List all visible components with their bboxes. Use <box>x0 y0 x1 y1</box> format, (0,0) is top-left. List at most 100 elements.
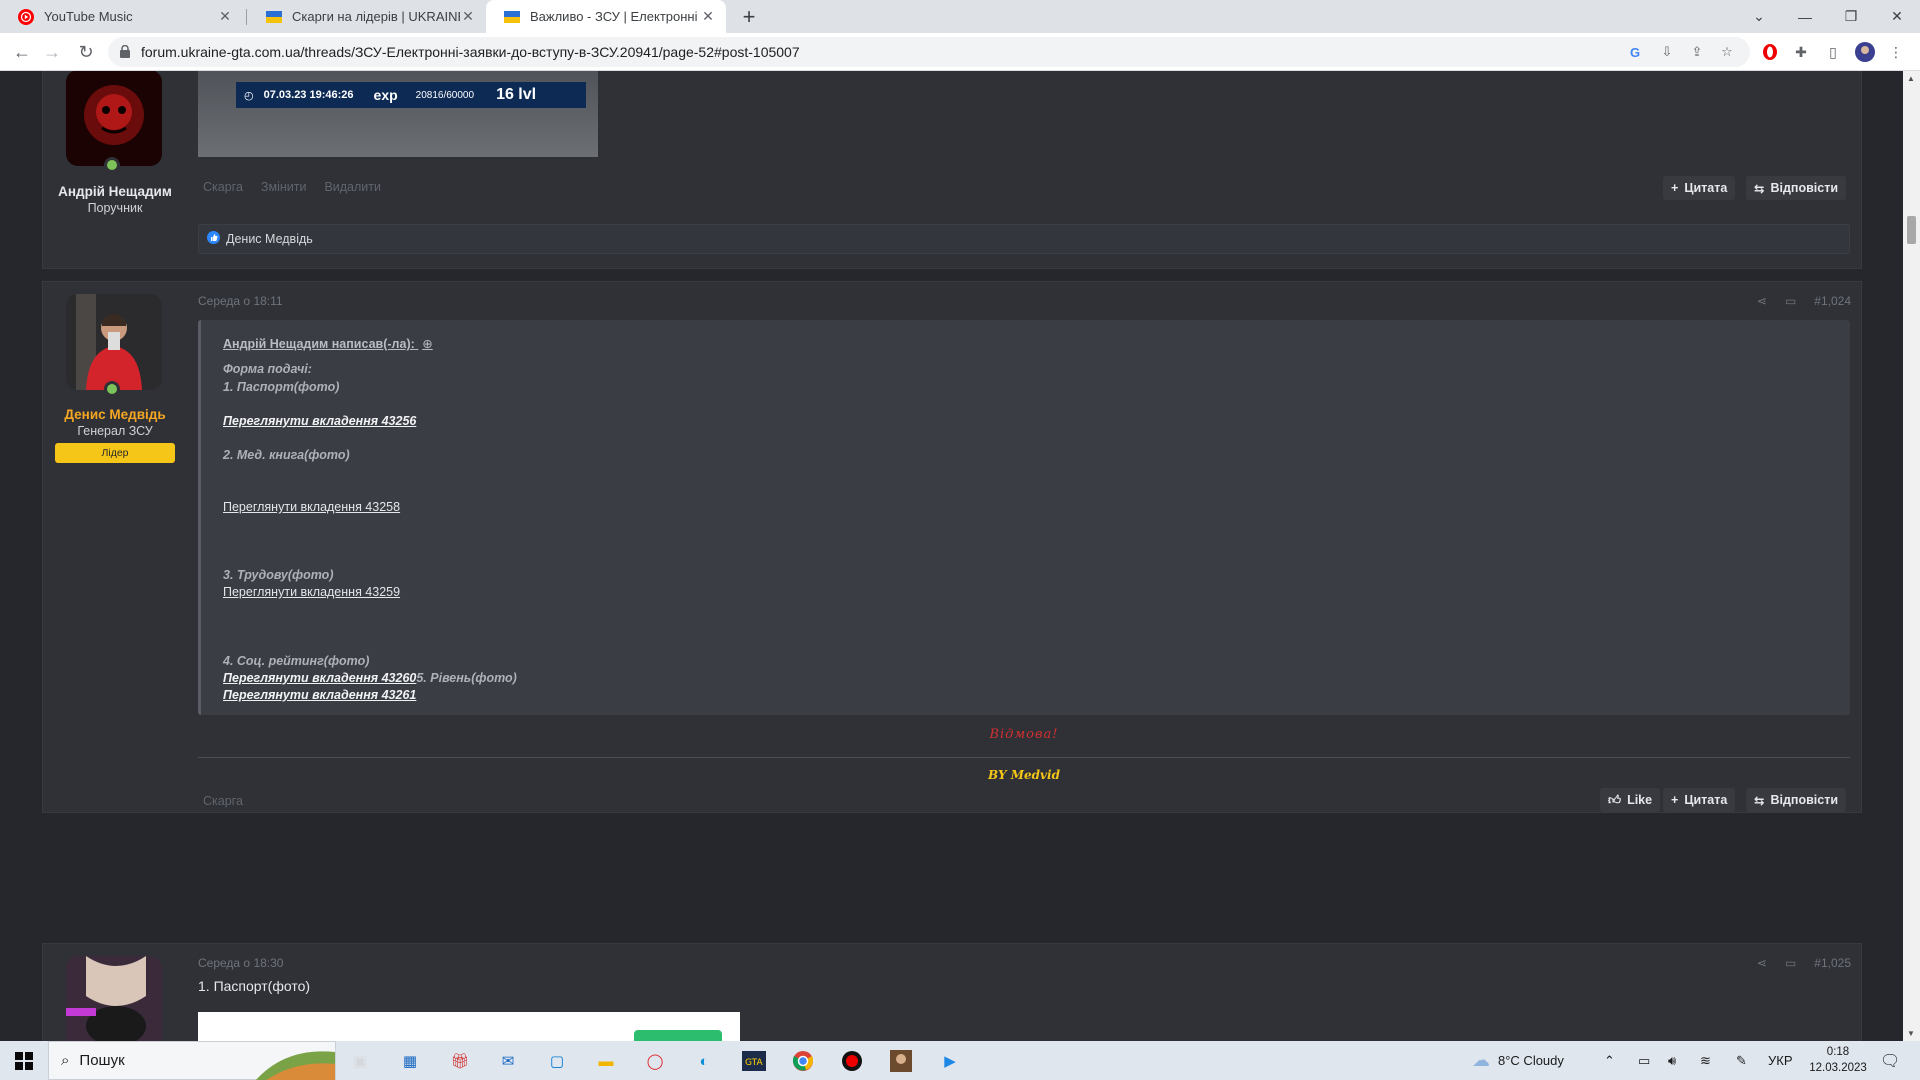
weather-widget[interactable]: ☁ 8°C Cloudy <box>1472 1041 1564 1080</box>
tab-title: Скарги на лідерів | UKRAINE GTA <box>292 9 460 24</box>
back-button[interactable]: ← <box>8 38 36 66</box>
avatar[interactable] <box>66 956 162 1041</box>
taskbar-clock[interactable]: 0:18 12.03.2023 <box>1808 1044 1868 1076</box>
task-view-icon[interactable]: ▣ <box>346 1047 374 1075</box>
google-translate-icon[interactable]: G <box>1626 43 1644 61</box>
screen-recorder-icon[interactable] <box>838 1047 866 1075</box>
media-player-icon[interactable]: ▶ <box>936 1047 964 1075</box>
reply-button[interactable]: ⇆ Відповісти <box>1746 788 1847 812</box>
post-timestamp[interactable]: Середа о 18:11 <box>198 294 283 308</box>
quote-line-combined: Переглянути вкладення 432605. Рівень(фот… <box>223 671 517 685</box>
mail-icon[interactable]: ✉ <box>494 1047 522 1075</box>
wifi-icon[interactable]: ≋ <box>1700 1041 1711 1080</box>
post-number[interactable]: #1,024 <box>1814 294 1851 308</box>
bookmark-icon[interactable]: ▭ <box>1785 294 1796 308</box>
close-tab-icon[interactable]: ✕ <box>460 8 476 25</box>
attachment-link[interactable]: Переглянути вкладення 43261 <box>223 688 416 702</box>
url-text: forum.ukraine-gta.com.ua/threads/ЗСУ-Еле… <box>141 44 800 60</box>
extensions-puzzle-icon[interactable]: ✚ <box>1791 42 1811 62</box>
bookmark-icon[interactable]: ▭ <box>1785 956 1796 970</box>
tab-youtube-music[interactable]: YouTube Music ✕ <box>0 0 243 33</box>
show-hidden-icons-icon[interactable]: ⌃ <box>1604 1041 1615 1080</box>
install-app-icon[interactable]: ⇩ <box>1658 43 1676 61</box>
post-author-rank: Поручник <box>87 201 143 215</box>
quote-button[interactable]: + Цитата <box>1663 788 1736 812</box>
post-number[interactable]: #1,025 <box>1814 956 1851 970</box>
reactions-bar[interactable]: Денис Медвідь <box>198 224 1850 254</box>
post-author-name[interactable]: Андрій Нещадим <box>43 184 187 199</box>
signature-divider <box>198 757 1850 758</box>
close-tab-icon[interactable]: ✕ <box>217 8 233 25</box>
tab-complaints-leaders[interactable]: Скарги на лідерів | UKRAINE GTA ✕ <box>248 0 486 33</box>
opera-browser-icon[interactable]: ◯ <box>641 1047 669 1075</box>
minimize-button[interactable]: — <box>1782 0 1828 33</box>
delete-link[interactable]: Видалити <box>324 180 381 194</box>
ukraine-gta-icon <box>504 9 520 25</box>
page-scrollbar[interactable]: ▲ ▼ <box>1903 71 1920 1041</box>
attachment-link[interactable]: Переглянути вкладення 43260 <box>223 671 416 685</box>
avatar[interactable] <box>66 71 162 166</box>
close-window-button[interactable]: ✕ <box>1874 0 1920 33</box>
side-panel-icon[interactable]: ▯ <box>1823 42 1843 62</box>
edge-browser-icon[interactable]: ◐ <box>690 1047 718 1075</box>
expand-quote-icon[interactable]: ⊕ <box>422 337 432 351</box>
attachment-link[interactable]: Переглянути вкладення 43258 <box>223 500 400 514</box>
forward-button[interactable]: → <box>38 38 66 66</box>
edit-link[interactable]: Змінити <box>261 180 307 194</box>
pen-icon[interactable]: ✎ <box>1736 1041 1747 1080</box>
restore-button[interactable]: ❐ <box>1828 0 1874 33</box>
chrome-browser-icon[interactable] <box>789 1047 817 1075</box>
report-link[interactable]: Скарга <box>203 180 243 194</box>
scrollbar-thumb[interactable] <box>1907 216 1916 244</box>
svg-text:GTA: GTA <box>745 1058 763 1068</box>
reload-button[interactable]: ↻ <box>72 38 100 66</box>
game-app-icon[interactable] <box>887 1047 915 1075</box>
quote-button[interactable]: + Цитата <box>1663 176 1736 200</box>
share-icon[interactable]: ⋖ <box>1757 294 1767 308</box>
file-explorer-icon[interactable]: ▬ <box>592 1047 620 1075</box>
quote-text: 5. Рівень(фото) <box>416 671 517 685</box>
taskbar-search-placeholder: Пошук <box>79 1052 125 1069</box>
tab-search-chevron-icon[interactable]: ⌄ <box>1736 0 1782 33</box>
gift-app-icon[interactable]: 🎁︎ <box>446 1047 474 1075</box>
new-tab-button[interactable]: + <box>736 4 762 30</box>
attached-image-preview[interactable] <box>198 1012 740 1041</box>
post-actions-left: Скарга Змінити Видалити <box>203 180 381 194</box>
like-button[interactable]: 👍︎ Like <box>1600 788 1661 812</box>
close-tab-icon[interactable]: ✕ <box>700 8 716 25</box>
notifications-icon[interactable]: 🗨︎ <box>1880 1041 1900 1080</box>
profile-avatar[interactable] <box>1855 42 1875 62</box>
share-icon[interactable]: ⋖ <box>1757 956 1767 970</box>
phone-link-icon[interactable]: ▢ <box>543 1047 571 1075</box>
share-icon[interactable]: ⇪ <box>1688 43 1706 61</box>
hud-level: 16 lvl <box>496 86 537 103</box>
like-reaction-icon <box>207 231 220 247</box>
game-launcher-icon[interactable]: GTA <box>740 1047 768 1075</box>
post-author-name[interactable]: Денис Медвідь <box>43 407 187 422</box>
avatar[interactable] <box>66 294 162 390</box>
report-link[interactable]: Скарга <box>203 794 243 808</box>
reply-button[interactable]: ⇆ Відповісти <box>1746 176 1847 200</box>
browser-menu-icon[interactable]: ⋮ <box>1886 42 1906 62</box>
windows-start-icon[interactable] <box>10 1047 38 1075</box>
scroll-down-icon[interactable]: ▼ <box>1907 1029 1915 1038</box>
post-timestamp[interactable]: Середа о 18:30 <box>198 956 283 970</box>
attached-screenshot[interactable]: ◴ 07.03.23 19:46:26 exp 20816/60000 16 l… <box>198 71 598 157</box>
microsoft-store-icon[interactable]: ▦ <box>396 1047 424 1075</box>
opera-extension-icon[interactable] <box>1760 42 1780 62</box>
tab-separator <box>246 9 247 25</box>
taskbar-search[interactable]: ⌕ Пошук <box>48 1041 336 1080</box>
post-actions-left: Скарга <box>203 794 243 808</box>
search-icon: ⌕ <box>61 1052 70 1069</box>
tab-zsu-applications[interactable]: Важливо - ЗСУ | Електронні заяв ✕ <box>486 0 726 33</box>
bookmark-star-icon[interactable]: ☆ <box>1718 43 1736 61</box>
volume-icon[interactable]: 🔊︎ <box>1668 1041 1676 1080</box>
quote-author[interactable]: Андрій Нещадим написав(-ла): ⊕ <box>223 336 433 351</box>
input-language[interactable]: УКР <box>1768 1041 1793 1080</box>
reaction-user[interactable]: Денис Медвідь <box>226 232 313 246</box>
address-bar[interactable]: forum.ukraine-gta.com.ua/threads/ЗСУ-Еле… <box>108 37 1750 67</box>
scroll-up-icon[interactable]: ▲ <box>1907 74 1915 83</box>
attachment-link[interactable]: Переглянути вкладення 43256 <box>223 414 416 428</box>
attachment-link[interactable]: Переглянути вкладення 43259 <box>223 585 400 599</box>
battery-icon[interactable]: ▭ <box>1638 1041 1650 1080</box>
